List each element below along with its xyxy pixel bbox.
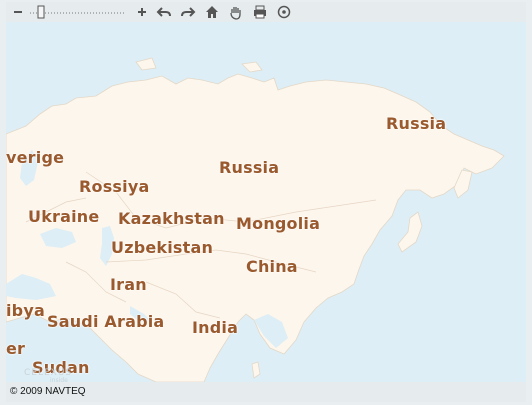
arctic-island-2 [135, 57, 157, 71]
map-label-er: er [6, 339, 26, 358]
map-label-libya: ibya [6, 301, 45, 320]
undo-icon[interactable] [156, 4, 172, 20]
map-label-iran: Iran [110, 275, 147, 294]
map-label-sverige: verige [6, 148, 65, 167]
map-label-kazakhstan: Kazakhstan [118, 209, 225, 228]
copyright-text: © 2009 NAVTEQ [10, 386, 86, 397]
map-label-china: China [246, 257, 298, 276]
japan [397, 211, 423, 253]
map-canvas[interactable]: Russia verige Russia Rossiya Ukraine Kaz… [6, 22, 526, 382]
map-label-russia-east: Russia [386, 114, 447, 133]
sri-lanka [251, 361, 261, 379]
redo-icon[interactable] [180, 4, 196, 20]
settings-icon[interactable] [276, 4, 292, 20]
arctic-island-1 [241, 61, 263, 73]
print-icon[interactable] [252, 4, 268, 20]
map-label-mongolia: Mongolia [236, 214, 321, 233]
map-label-saudi-arabia: Saudi Arabia [47, 312, 165, 331]
pan-hand-icon[interactable] [228, 4, 244, 20]
zoom-in-icon[interactable] [134, 4, 150, 20]
map-toolbar [6, 2, 526, 22]
map-label-uzbekistan: Uzbekistan [111, 238, 214, 257]
map-label-india: India [192, 318, 239, 337]
map-label-ukraine: Ukraine [28, 207, 100, 226]
zoom-slider[interactable] [28, 4, 128, 20]
map-label-rossiya: Rossiya [79, 177, 150, 196]
zoom-out-icon[interactable] [10, 4, 26, 20]
map-label-russia-center: Russia [219, 158, 280, 177]
home-icon[interactable] [204, 4, 220, 20]
map-status-bar: © 2009 NAVTEQ [6, 382, 526, 402]
map-widget: Russia verige Russia Rossiya Ukraine Kaz… [0, 0, 532, 405]
